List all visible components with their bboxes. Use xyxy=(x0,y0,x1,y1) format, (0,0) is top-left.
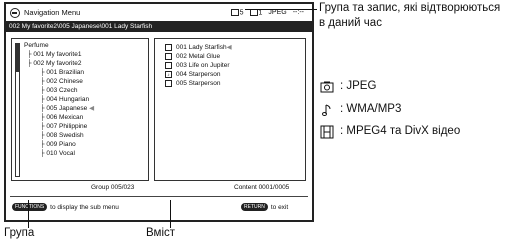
navigation-menu-screen: Navigation Menu 5 1 JPEG --:-- 002 My fa… xyxy=(4,2,314,222)
content-item[interactable]: 001 Lady Starfish ◀ xyxy=(165,43,232,52)
folder-icon xyxy=(230,8,239,16)
menu-title: Navigation Menu xyxy=(24,8,81,17)
group-item[interactable]: ├ 003 Czech xyxy=(24,86,94,95)
group-item[interactable]: ├ 010 Vocal xyxy=(24,149,94,158)
content-item[interactable]: ♪ 004 Starperson xyxy=(165,70,232,79)
current-path-bar: 002 My favorite2\005 Japanese\001 Lady S… xyxy=(6,21,312,32)
callout-leader-group xyxy=(28,200,29,228)
group-item[interactable]: ├ 001 My favorite1 xyxy=(24,50,94,59)
group-item[interactable]: Perfume xyxy=(24,41,94,50)
group-status: Group 005/023 xyxy=(91,184,135,191)
content-item[interactable]: 005 Starperson xyxy=(165,79,232,88)
functions-button[interactable]: FUNCTIONS xyxy=(12,203,48,211)
content-list: 001 Lady Starfish ◀ 002 Metal Glue 003 Lif… xyxy=(165,43,232,88)
group-item[interactable]: ├ 009 Piano xyxy=(24,140,94,149)
return-hint: RETURN to exit xyxy=(241,203,288,211)
content-panel[interactable]: 001 Lady Starfish ◀ 002 Metal Glue 003 Lif… xyxy=(154,38,306,181)
callout-leader-content xyxy=(170,200,171,228)
group-item[interactable]: ├ 008 Swedish xyxy=(24,131,94,140)
group-scrollbar[interactable] xyxy=(15,43,20,177)
music-note-icon: ♪ xyxy=(165,71,172,78)
content-item[interactable]: 003 Life on Jupiter xyxy=(165,61,232,70)
selected-indicator-icon: ◀ xyxy=(87,105,95,112)
group-item[interactable]: ├ 006 Mexican xyxy=(24,113,94,122)
camera-icon xyxy=(320,81,334,93)
legend-video-label: : MPEG4 та DivX відео xyxy=(340,125,461,137)
divider xyxy=(10,196,308,197)
group-item[interactable]: ├ 005 Japanese ◀ xyxy=(24,104,94,113)
group-item[interactable]: ├ 007 Philippine xyxy=(24,122,94,131)
video-icon xyxy=(165,44,172,51)
top-bar: Navigation Menu 5 1 JPEG --:-- xyxy=(6,4,312,21)
navigation-icon xyxy=(10,7,20,18)
group-item[interactable]: ├ 004 Hungarian xyxy=(24,95,94,104)
functions-hint-text: to display the sub menu xyxy=(50,203,119,211)
callout-group: Група xyxy=(4,227,35,239)
content-status: Content 0001/0005 xyxy=(234,184,290,191)
file-type-label: JPEG xyxy=(268,9,287,16)
group-panel[interactable]: Perfume ├ 001 My favorite1 ├ 002 My favori… xyxy=(11,38,149,181)
selected-indicator-icon: ◀ xyxy=(226,44,232,51)
video-icon xyxy=(165,53,172,60)
group-count-indicator: 5 xyxy=(230,8,244,16)
callout-leader-current xyxy=(245,9,317,10)
return-hint-text: to exit xyxy=(270,203,289,211)
return-button[interactable]: RETURN xyxy=(241,203,268,211)
legend-jpeg-label: : JPEG xyxy=(340,80,377,92)
group-item[interactable]: ├ 001 Brazilian xyxy=(24,68,94,77)
legend-wma-mp3: : WMA/MP3 xyxy=(320,103,401,117)
time-label: --:-- xyxy=(292,9,304,16)
film-icon xyxy=(320,125,334,139)
video-icon xyxy=(165,80,172,87)
video-icon xyxy=(165,62,172,69)
legend-jpeg: : JPEG xyxy=(320,80,376,94)
music-note-icon xyxy=(322,104,331,116)
content-item[interactable]: 002 Metal Glue xyxy=(165,52,232,61)
group-item[interactable]: ├ 002 Chinese xyxy=(24,77,94,86)
group-tree: Perfume ├ 001 My favorite1 ├ 002 My favori… xyxy=(24,41,94,158)
legend-wma-mp3-label: : WMA/MP3 xyxy=(340,103,402,115)
callout-content: Вміст xyxy=(146,227,176,239)
legend-video: : MPEG4 та DivX відео xyxy=(320,125,505,139)
callout-current-group-content: Група та запис, які відтворюються в дани… xyxy=(319,2,501,29)
group-item[interactable]: ├ 002 My favorite2 xyxy=(24,59,94,68)
